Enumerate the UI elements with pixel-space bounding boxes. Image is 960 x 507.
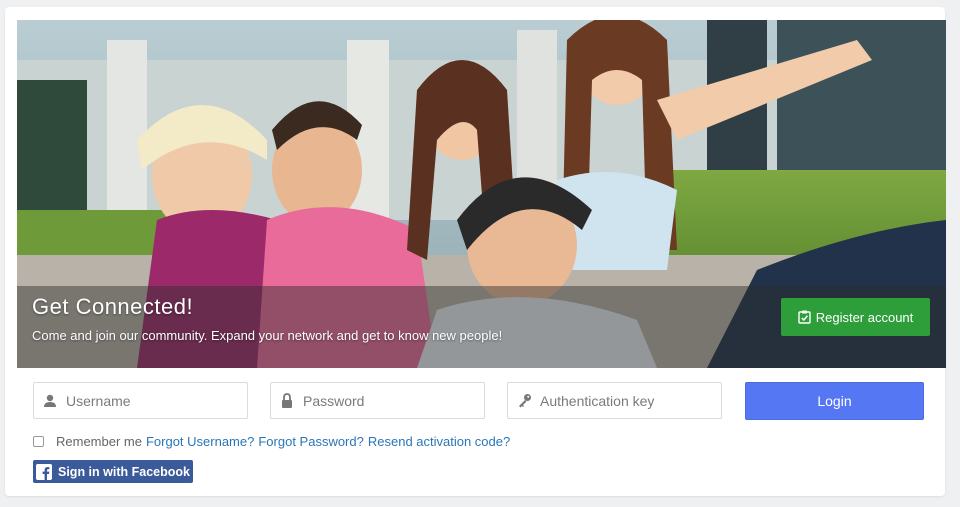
resend-activation-link[interactable]: Resend activation code?	[368, 434, 510, 449]
register-account-button[interactable]: Register account	[781, 298, 930, 336]
forgot-username-link[interactable]: Forgot Username?	[146, 434, 254, 449]
hero-subtitle: Come and join our community. Expand your…	[32, 328, 503, 343]
password-field	[270, 382, 485, 419]
auth-key-field	[507, 382, 722, 419]
remember-me-label: Remember me	[56, 434, 142, 449]
username-input[interactable]	[66, 383, 247, 418]
auth-key-input[interactable]	[540, 383, 721, 418]
remember-me-checkbox[interactable]	[33, 436, 44, 447]
facebook-signin-label: Sign in with Facebook	[58, 464, 190, 479]
forgot-password-link[interactable]: Forgot Password?	[258, 434, 364, 449]
password-input[interactable]	[303, 383, 484, 418]
username-field	[33, 382, 248, 419]
hero-title: Get Connected!	[32, 294, 194, 319]
facebook-logo-icon	[36, 463, 52, 480]
key-icon	[508, 393, 540, 408]
facebook-signin-button[interactable]: Sign in with Facebook	[33, 460, 193, 483]
lock-icon	[271, 393, 303, 408]
remember-links-row: Remember me Forgot Username? Forgot Pass…	[33, 434, 510, 449]
clipboard-check-icon	[798, 310, 811, 324]
login-button[interactable]: Login	[745, 382, 924, 420]
register-account-label: Register account	[815, 309, 914, 325]
hero-banner: Get Connected! Come and join our communi…	[17, 20, 946, 368]
user-icon	[34, 394, 66, 408]
